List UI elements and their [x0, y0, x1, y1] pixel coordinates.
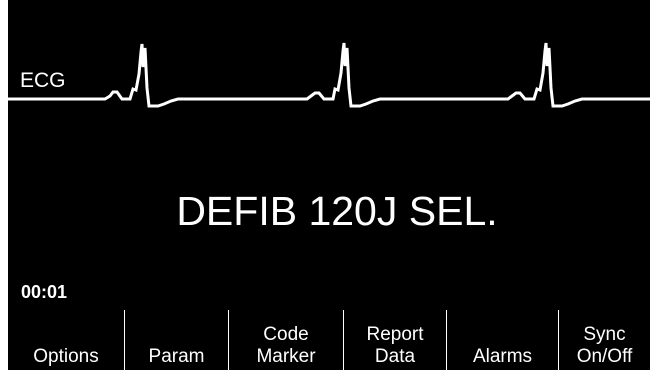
elapsed-timer: 00:01 — [21, 282, 68, 302]
softkey-code-marker-label: Code Marker — [256, 324, 316, 367]
softkey-report-data[interactable]: Report Data — [344, 310, 446, 370]
softkey-param[interactable]: Param — [125, 310, 228, 370]
softkey-options-label: Options — [33, 346, 99, 367]
softkey-report-data-label: Report Data — [366, 324, 424, 367]
softkey-sync-on-off-label: Sync On/Off — [576, 324, 633, 367]
monitor-screen: ECG DEFIB 120J SEL. 00:01 Options Param … — [8, 0, 650, 370]
softkey-alarms[interactable]: Alarms — [447, 310, 558, 370]
softkey-code-marker[interactable]: Code Marker — [229, 310, 343, 370]
softkey-alarms-label: Alarms — [472, 346, 533, 367]
softkey-param-label: Param — [148, 346, 205, 367]
softkey-options[interactable]: Options — [8, 310, 124, 370]
softkey-sync-on-off[interactable]: Sync On/Off — [559, 310, 650, 370]
defib-energy-message: DEFIB 120J SEL. — [176, 188, 498, 234]
ecg-waveform — [8, 42, 650, 108]
